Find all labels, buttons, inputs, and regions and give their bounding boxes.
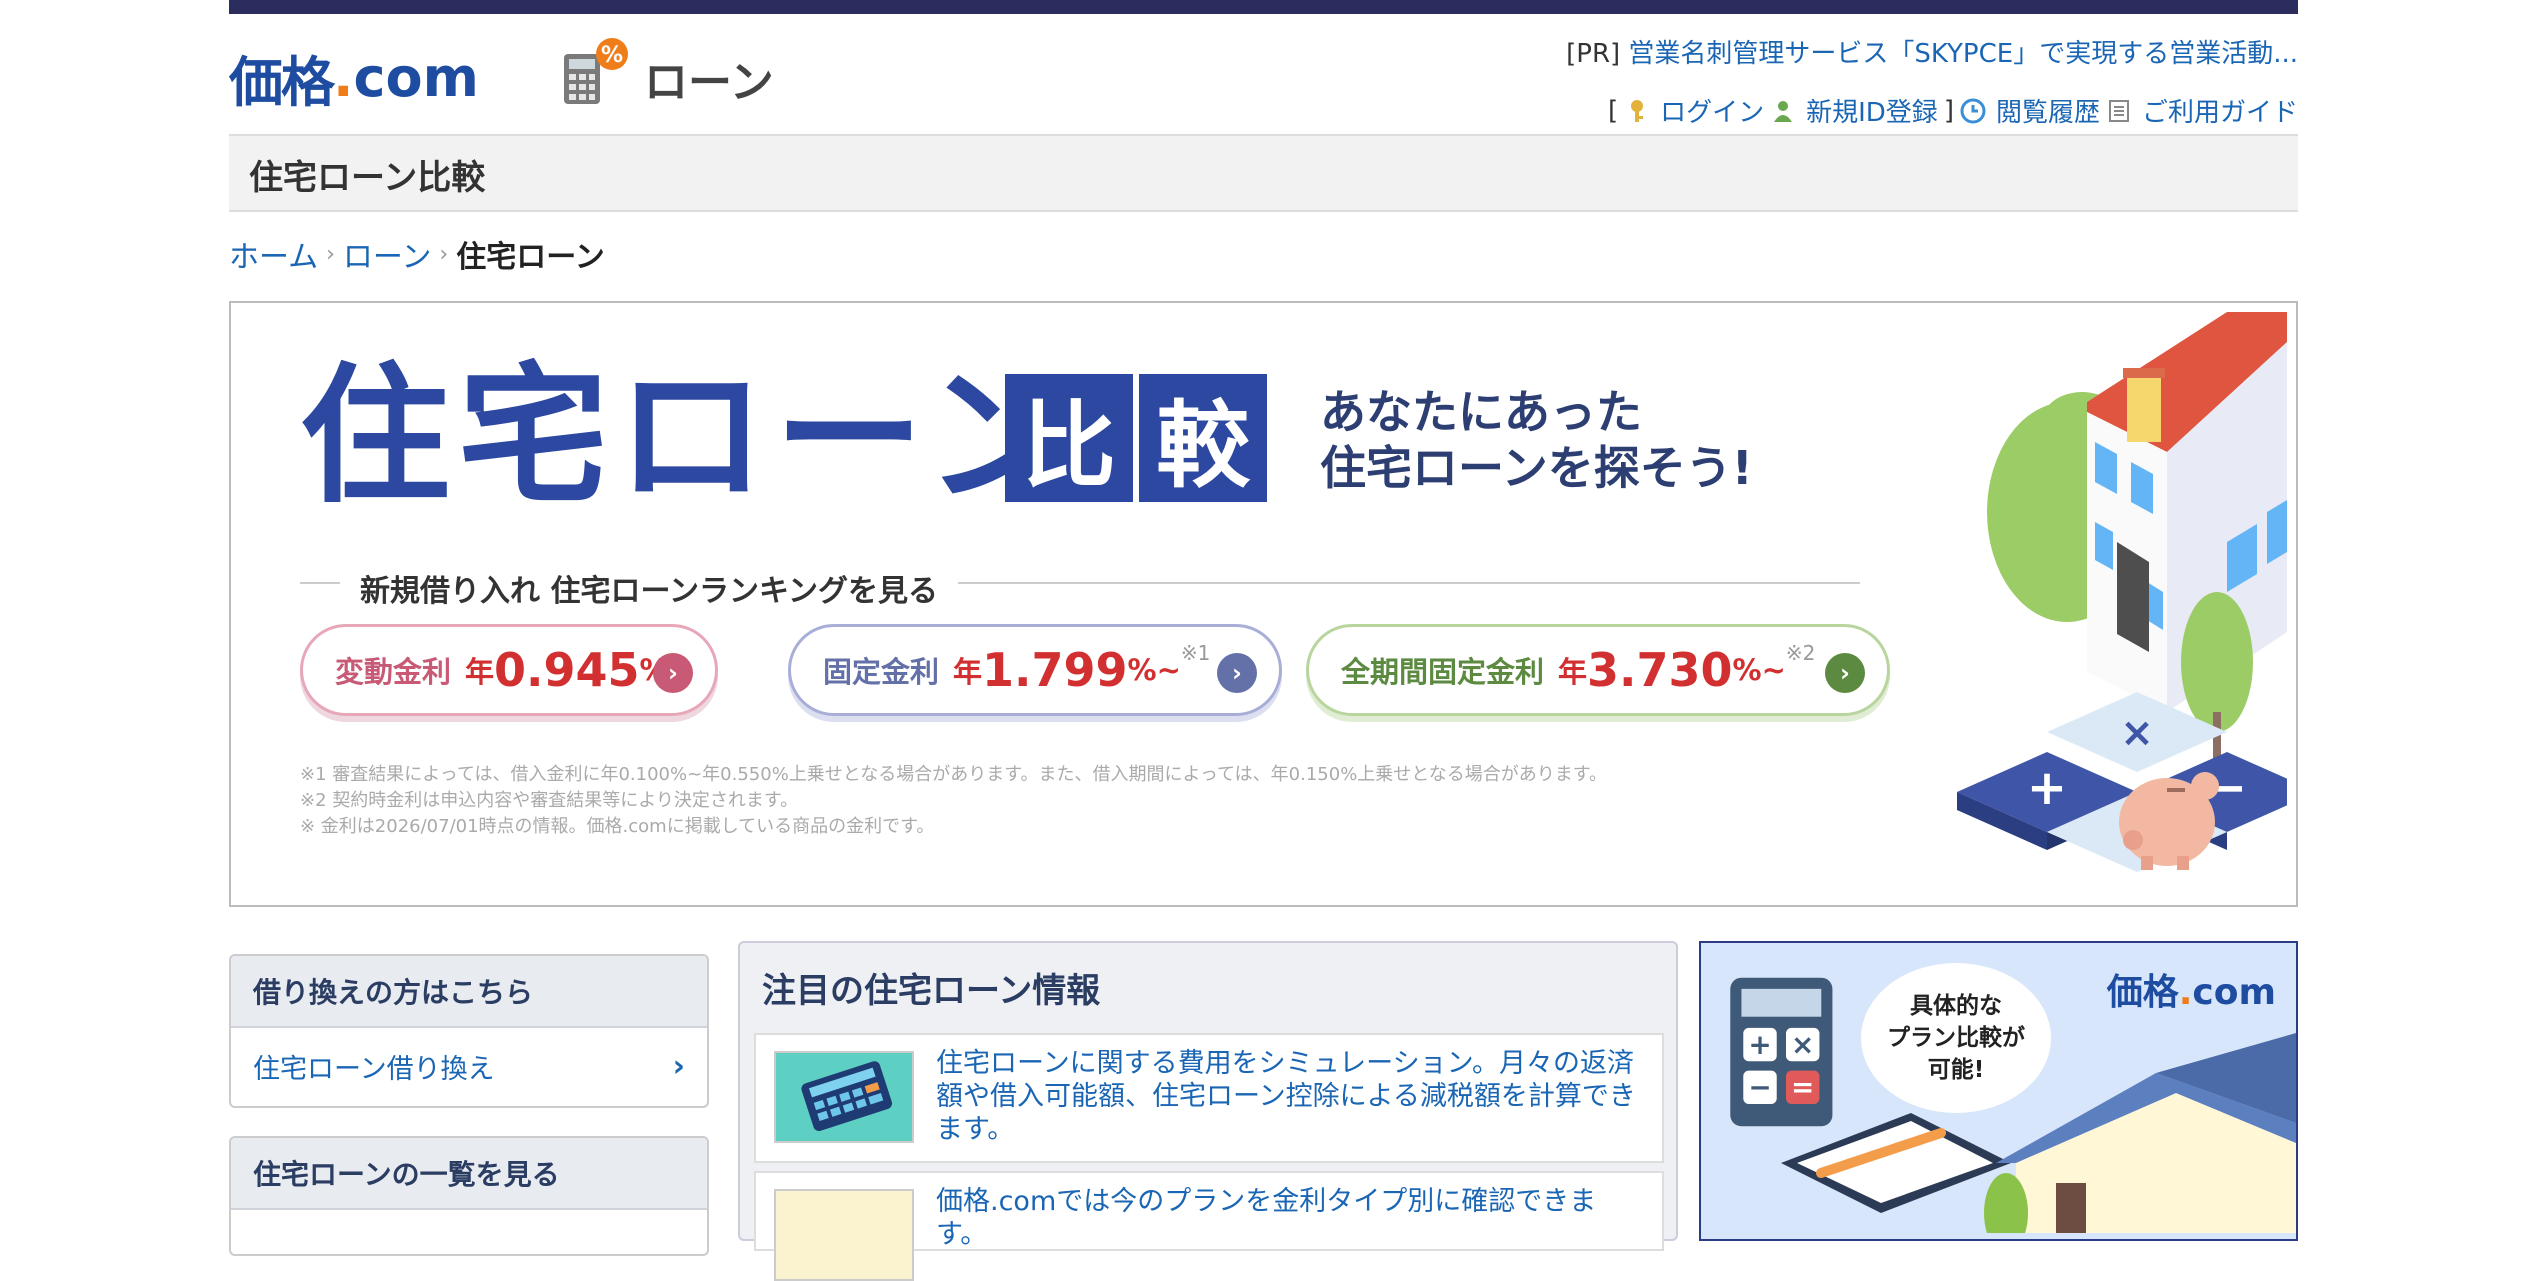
ad-banner[interactable]: + × − = 具体的な プラン比較が 可能! 価格.com: [1699, 941, 2298, 1241]
ad-logo: 価格.com: [2107, 963, 2276, 1015]
refinance-box: 借り換えの方はこちら 住宅ローン借り換え ›: [229, 954, 709, 1108]
page-title-bar: 住宅ローン比較: [229, 134, 2298, 212]
svg-text:=: =: [1791, 1071, 1814, 1104]
news-heading: 注目の住宅ローン情報: [762, 971, 1101, 1011]
calculator-percent-icon: %: [564, 38, 628, 104]
page-title: 住宅ローン比較: [249, 158, 486, 198]
chevron-right-icon: ›: [326, 241, 335, 267]
ranking-label: 新規借り入れ 住宅ローンランキングを見る: [340, 566, 959, 610]
breadcrumb: ホーム › ローン › 住宅ローン: [229, 232, 605, 276]
ad-bubble-line: 具体的な: [1910, 993, 2002, 1019]
rate-label: 固定金利: [823, 655, 940, 689]
svg-text:%: %: [601, 43, 623, 68]
logo-name: 価格: [229, 50, 335, 114]
user-nav: [ ログイン 新規ID登録 ] 閲覧履歴 ご利用ガイド: [1608, 92, 2298, 129]
svg-text:+: +: [1748, 1028, 1771, 1061]
rate-label: 変動金利: [335, 655, 452, 689]
banner-footnotes: ※1 審査結果によっては、借入金利に年0.100%~年0.550%上乗せとなる場…: [300, 762, 1607, 840]
top-bar: [229, 0, 2298, 14]
svg-text:×: ×: [2120, 710, 2154, 756]
section-label[interactable]: ローン: [644, 46, 774, 110]
ad-logo-suffix: com: [2192, 972, 2276, 1013]
news-thumb-icon: [774, 1189, 914, 1281]
rate-unit: %~: [1127, 653, 1181, 687]
refinance-link-label: 住宅ローン借り換え: [253, 1053, 495, 1085]
svg-text:−: −: [1748, 1071, 1771, 1104]
rate-value: 0.945: [494, 643, 640, 697]
news-item-text: 住宅ローンに関する費用をシミュレーション。月々の返済額や借入可能額、住宅ローン控…: [936, 1048, 1636, 1145]
guide-link[interactable]: ご利用ガイド: [2142, 92, 2298, 129]
fixed-rate-button[interactable]: 固定金利 年 1.799 %~ ※1 ›: [788, 624, 1282, 716]
chevron-right-icon: ›: [1217, 653, 1257, 693]
rate-note: ※1: [1180, 641, 1211, 665]
ad-logo-dot: .: [2178, 972, 2193, 1013]
chevron-right-icon: ›: [653, 653, 693, 693]
variable-rate-button[interactable]: 変動金利 年 0.945 %~ ›: [300, 624, 718, 716]
banner-title: 住宅ローン: [300, 350, 1083, 524]
pr-prefix: [PR]: [1566, 39, 1621, 69]
history-icon: [1960, 98, 1986, 123]
refinance-link[interactable]: 住宅ローン借り換え ›: [231, 1028, 707, 1104]
breadcrumb-home[interactable]: ホーム: [229, 232, 318, 276]
breadcrumb-loan[interactable]: ローン: [343, 232, 432, 276]
loan-list-box: 住宅ローンの一覧を見る: [229, 1136, 709, 1256]
featured-news-panel: 注目の住宅ローン情報 住宅ローンに関する費用をシミュレーション。月々の返済額や借…: [738, 941, 1678, 1281]
rate-value: 1.799: [982, 643, 1128, 697]
banner-title-box-2: 較: [1139, 374, 1267, 502]
hero-banner: 住宅ローン 比 較 あなたにあった 住宅ローンを探そう! 新規借り入れ 住宅ロー…: [229, 301, 2298, 907]
news-item[interactable]: 住宅ローンに関する費用をシミュレーション。月々の返済額や借入可能額、住宅ローン控…: [754, 1033, 1664, 1163]
pr-link[interactable]: 営業名刺管理サービス「SKYPCE」で実現する営業活動...: [1628, 39, 2298, 69]
footnote: ※1 審査結果によっては、借入金利に年0.100%~年0.550%上乗せとなる場…: [300, 764, 1607, 785]
house-illustration: + × − ÷: [1957, 312, 2287, 872]
calculator-thumb-icon: [774, 1051, 914, 1143]
kakaku-logo[interactable]: 価格. com: [229, 42, 479, 114]
key-icon: [1631, 99, 1644, 122]
refinance-heading: 借り換えの方はこちら: [231, 956, 707, 1028]
ad-logo-name: 価格: [2106, 972, 2179, 1013]
rate-prefix: 年: [465, 655, 495, 689]
news-item[interactable]: 価格.comでは今のプランを金利タイプ別に確認できます。: [754, 1171, 1664, 1281]
news-item-text: 価格.comでは今のプランを金利タイプ別に確認できます。: [936, 1186, 1597, 1250]
chevron-right-icon: ›: [672, 1048, 685, 1084]
footnote: ※2 契約時金利は申込内容や審査結果等により決定されます。: [300, 790, 799, 811]
logo-dot: .: [333, 45, 354, 109]
rate-prefix: 年: [953, 655, 983, 689]
logo-suffix: com: [353, 45, 479, 109]
guide-icon: [2108, 99, 2129, 122]
ad-house-illustration: [1984, 1033, 2296, 1233]
chevron-right-icon: ›: [439, 241, 449, 267]
person-add-icon: [1774, 100, 1793, 122]
loan-list-heading[interactable]: 住宅ローンの一覧を見る: [231, 1138, 707, 1210]
pr-line: [PR] 営業名刺管理サービス「SKYPCE」で実現する営業活動...: [1566, 33, 2298, 70]
login-link[interactable]: ログイン: [1660, 92, 1764, 129]
breadcrumb-current: 住宅ローン: [456, 240, 605, 275]
history-link[interactable]: 閲覧履歴: [1996, 92, 2100, 129]
rate-label: 全期間固定金利: [1341, 655, 1545, 689]
bracket-open: [: [1607, 95, 1619, 126]
register-link[interactable]: 新規ID登録: [1806, 92, 1938, 129]
svg-text:+: +: [2027, 760, 2067, 816]
banner-title-box-1: 比: [1005, 374, 1133, 502]
svg-text:×: ×: [1791, 1028, 1814, 1061]
bracket-close: ]: [1943, 95, 1954, 126]
footnote: ※ 金利は2026/07/01時点の情報。価格.comに掲載している商品の金利で…: [300, 816, 935, 837]
